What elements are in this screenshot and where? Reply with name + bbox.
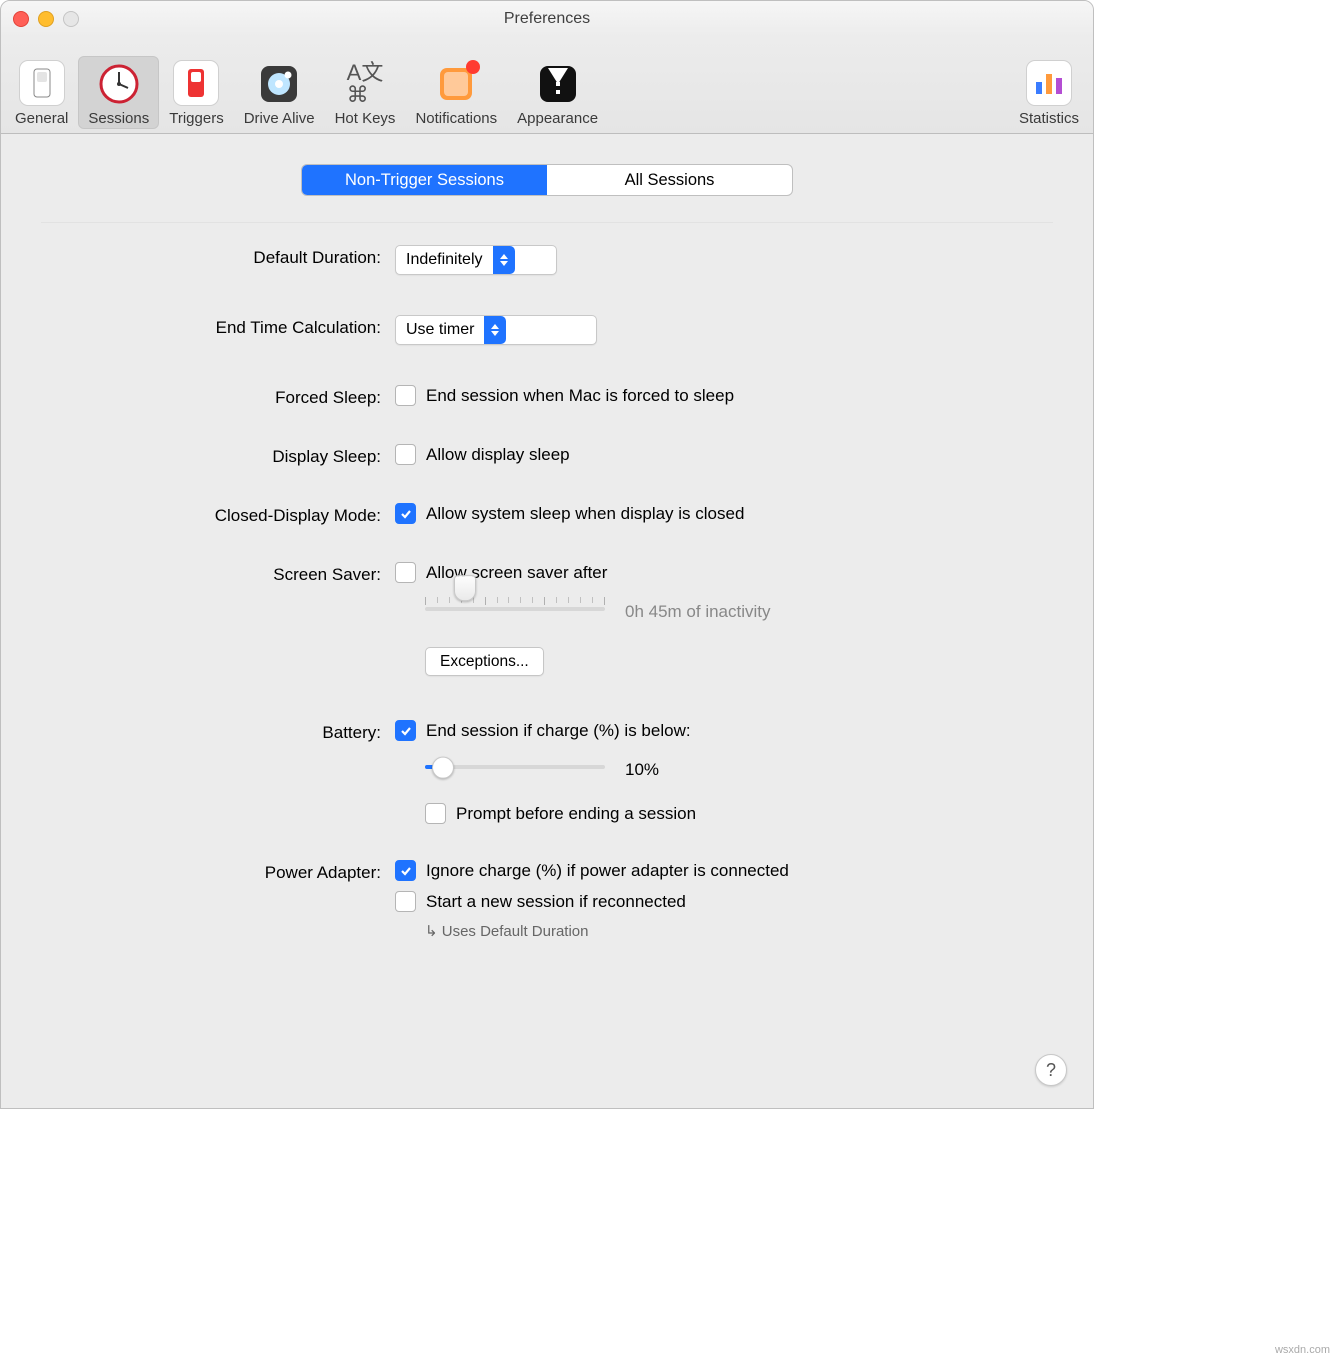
checkbox-screen-saver[interactable] [395,562,416,583]
separator [41,222,1053,223]
segmented-control[interactable]: Non-Trigger Sessions All Sessions [301,164,793,196]
switch-icon [19,60,65,106]
tab-notifications[interactable]: Notifications [405,56,507,129]
checkbox-label: Ignore charge (%) if power adapter is co… [426,861,789,881]
bar-chart-icon [1026,60,1072,106]
tab-sessions[interactable]: Sessions [78,56,159,129]
tab-hot-keys[interactable]: A文⌘ Hot Keys [325,56,406,129]
tab-label: Sessions [88,110,149,127]
toolbar: General Sessions Triggers Drive Alive A文… [1,37,1093,134]
help-button[interactable]: ? [1035,1054,1067,1086]
keyboard-icon: A文⌘ [343,62,387,106]
slider-battery[interactable] [425,751,605,789]
preferences-window: Preferences General Sessions Triggers Dr… [0,0,1094,1109]
label-screen-saver: Screen Saver: [41,562,395,585]
tab-triggers[interactable]: Triggers [159,54,233,129]
switch-red-icon [173,60,219,106]
slider-value: 0h 45m of inactivity [625,602,771,622]
notification-icon [434,62,478,106]
tab-drive-alive[interactable]: Drive Alive [234,56,325,129]
label-power-adapter: Power Adapter: [41,860,395,883]
checkbox-label: Prompt before ending a session [456,804,696,824]
button-label: Exceptions... [440,653,529,671]
segment-label: Non-Trigger Sessions [345,171,504,190]
label-forced-sleep: Forced Sleep: [41,385,395,408]
titlebar: Preferences [1,1,1093,37]
slider-value: 10% [625,760,659,780]
checkbox-closed-display[interactable] [395,503,416,524]
note-default-duration: ↳ Uses Default Duration [423,922,1053,940]
tab-label: Drive Alive [244,110,315,127]
window-title: Preferences [1,10,1093,28]
label-default-duration: Default Duration: [41,245,395,268]
tab-label: General [15,110,68,127]
close-icon[interactable] [13,11,29,27]
checkbox-label: Allow system sleep when display is close… [426,504,744,524]
checkbox-label: End session if charge (%) is below: [426,721,691,741]
segment-all[interactable]: All Sessions [547,165,792,195]
tuxedo-icon [536,62,580,106]
popup-default-duration[interactable]: Indefinitely [395,245,557,275]
popup-value: Use timer [406,321,474,339]
checkbox-label: Start a new session if reconnected [426,892,686,912]
tab-label: Statistics [1019,110,1079,127]
checkbox-label: Allow display sleep [426,445,570,465]
checkbox-label: End session when Mac is forced to sleep [426,386,734,406]
label-battery: Battery: [41,720,395,743]
tab-statistics[interactable]: Statistics [1009,54,1089,129]
clock-icon [97,62,141,106]
checkbox-display-sleep[interactable] [395,444,416,465]
popup-value: Indefinitely [406,251,483,269]
chevron-updown-icon [484,316,506,344]
exceptions-button[interactable]: Exceptions... [425,647,544,676]
checkbox-forced-sleep[interactable] [395,385,416,406]
disk-icon [257,62,301,106]
minimize-icon[interactable] [38,11,54,27]
segment-non-trigger[interactable]: Non-Trigger Sessions [302,165,547,195]
tab-label: Hot Keys [335,110,396,127]
traffic-lights [13,11,79,27]
tab-label: Triggers [169,110,223,127]
checkbox-prompt[interactable] [425,803,446,824]
popup-end-time-calc[interactable]: Use timer [395,315,597,345]
label-closed-display: Closed-Display Mode: [41,503,395,526]
slider-screen-saver[interactable] [425,593,605,631]
checkbox-battery[interactable] [395,720,416,741]
segment-label: All Sessions [625,171,715,190]
label-display-sleep: Display Sleep: [41,444,395,467]
tab-appearance[interactable]: Appearance [507,56,608,129]
chevron-updown-icon [493,246,515,274]
watermark: wsxdn.com [1275,1344,1330,1356]
tab-label: Appearance [517,110,598,127]
checkbox-new-session[interactable] [395,891,416,912]
content-area: Non-Trigger Sessions All Sessions Defaul… [1,134,1093,980]
form: Default Duration: Indefinitely End Time … [41,245,1053,940]
checkbox-power-adapter[interactable] [395,860,416,881]
zoom-icon [63,11,79,27]
label-end-time-calc: End Time Calculation: [41,315,395,338]
tab-general[interactable]: General [5,54,78,129]
tab-label: Notifications [415,110,497,127]
